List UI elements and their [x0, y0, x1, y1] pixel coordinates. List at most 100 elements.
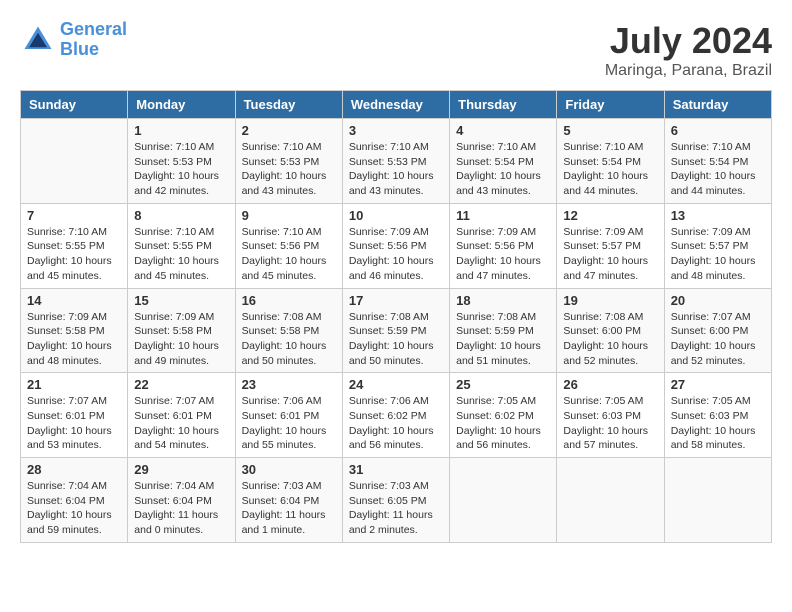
day-info: Sunrise: 7:03 AM Sunset: 6:04 PM Dayligh… [242, 479, 336, 538]
day-info: Sunrise: 7:10 AM Sunset: 5:53 PM Dayligh… [134, 140, 228, 199]
column-header-wednesday: Wednesday [342, 91, 449, 119]
day-number: 27 [671, 377, 765, 392]
day-info: Sunrise: 7:06 AM Sunset: 6:01 PM Dayligh… [242, 394, 336, 453]
day-number: 6 [671, 123, 765, 138]
day-number: 23 [242, 377, 336, 392]
day-number: 17 [349, 293, 443, 308]
day-number: 26 [563, 377, 657, 392]
day-info: Sunrise: 7:07 AM Sunset: 6:00 PM Dayligh… [671, 310, 765, 369]
day-number: 10 [349, 208, 443, 223]
column-header-friday: Friday [557, 91, 664, 119]
day-info: Sunrise: 7:10 AM Sunset: 5:54 PM Dayligh… [456, 140, 550, 199]
day-info: Sunrise: 7:04 AM Sunset: 6:04 PM Dayligh… [27, 479, 121, 538]
day-cell: 25 Sunrise: 7:05 AM Sunset: 6:02 PM Dayli… [450, 373, 557, 458]
day-cell: 6 Sunrise: 7:10 AM Sunset: 5:54 PM Daylig… [664, 119, 771, 204]
day-info: Sunrise: 7:05 AM Sunset: 6:02 PM Dayligh… [456, 394, 550, 453]
day-cell: 4 Sunrise: 7:10 AM Sunset: 5:54 PM Daylig… [450, 119, 557, 204]
day-cell: 19Sunrise: 7:08 AM Sunset: 6:00 PM Dayli… [557, 288, 664, 373]
calendar-table: SundayMondayTuesdayWednesdayThursdayFrid… [20, 90, 772, 543]
day-number: 28 [27, 462, 121, 477]
day-number: 16 [242, 293, 336, 308]
day-number: 9 [242, 208, 336, 223]
week-row-1: 1 Sunrise: 7:10 AM Sunset: 5:53 PM Daylig… [21, 119, 772, 204]
column-header-sunday: Sunday [21, 91, 128, 119]
day-cell: 31 Sunrise: 7:03 AM Sunset: 6:05 PM Dayli… [342, 458, 449, 543]
day-cell: 24Sunrise: 7:06 AM Sunset: 6:02 PM Dayli… [342, 373, 449, 458]
day-number: 8 [134, 208, 228, 223]
day-info: Sunrise: 7:05 AM Sunset: 6:03 PM Dayligh… [671, 394, 765, 453]
day-cell [557, 458, 664, 543]
day-cell: 8 Sunrise: 7:10 AM Sunset: 5:55 PM Daylig… [128, 203, 235, 288]
day-cell: 26Sunrise: 7:05 AM Sunset: 6:03 PM Dayli… [557, 373, 664, 458]
day-info: Sunrise: 7:03 AM Sunset: 6:05 PM Dayligh… [349, 479, 443, 538]
day-number: 31 [349, 462, 443, 477]
day-number: 14 [27, 293, 121, 308]
location: Maringa, Parana, Brazil [605, 62, 772, 80]
day-info: Sunrise: 7:08 AM Sunset: 5:59 PM Dayligh… [349, 310, 443, 369]
day-info: Sunrise: 7:07 AM Sunset: 6:01 PM Dayligh… [27, 394, 121, 453]
day-cell: 3 Sunrise: 7:10 AM Sunset: 5:53 PM Daylig… [342, 119, 449, 204]
day-cell: 23 Sunrise: 7:06 AM Sunset: 6:01 PM Dayli… [235, 373, 342, 458]
day-number: 29 [134, 462, 228, 477]
day-number: 25 [456, 377, 550, 392]
day-info: Sunrise: 7:09 AM Sunset: 5:58 PM Dayligh… [27, 310, 121, 369]
day-number: 30 [242, 462, 336, 477]
day-number: 5 [563, 123, 657, 138]
day-cell: 18Sunrise: 7:08 AM Sunset: 5:59 PM Dayli… [450, 288, 557, 373]
column-header-thursday: Thursday [450, 91, 557, 119]
day-info: Sunrise: 7:10 AM Sunset: 5:56 PM Dayligh… [242, 225, 336, 284]
day-cell: 14 Sunrise: 7:09 AM Sunset: 5:58 PM Dayli… [21, 288, 128, 373]
week-row-2: 7 Sunrise: 7:10 AM Sunset: 5:55 PM Daylig… [21, 203, 772, 288]
day-info: Sunrise: 7:10 AM Sunset: 5:55 PM Dayligh… [27, 225, 121, 284]
week-row-3: 14 Sunrise: 7:09 AM Sunset: 5:58 PM Dayli… [21, 288, 772, 373]
day-info: Sunrise: 7:10 AM Sunset: 5:55 PM Dayligh… [134, 225, 228, 284]
day-cell: 17 Sunrise: 7:08 AM Sunset: 5:59 PM Dayli… [342, 288, 449, 373]
day-cell: 11 Sunrise: 7:09 AM Sunset: 5:56 PM Dayli… [450, 203, 557, 288]
day-cell: 27 Sunrise: 7:05 AM Sunset: 6:03 PM Dayli… [664, 373, 771, 458]
day-info: Sunrise: 7:09 AM Sunset: 5:57 PM Dayligh… [671, 225, 765, 284]
day-info: Sunrise: 7:06 AM Sunset: 6:02 PM Dayligh… [349, 394, 443, 453]
day-info: Sunrise: 7:08 AM Sunset: 6:00 PM Dayligh… [563, 310, 657, 369]
day-cell: 21 Sunrise: 7:07 AM Sunset: 6:01 PM Dayli… [21, 373, 128, 458]
day-info: Sunrise: 7:09 AM Sunset: 5:56 PM Dayligh… [456, 225, 550, 284]
day-cell: 30 Sunrise: 7:03 AM Sunset: 6:04 PM Dayli… [235, 458, 342, 543]
day-info: Sunrise: 7:10 AM Sunset: 5:53 PM Dayligh… [242, 140, 336, 199]
day-info: Sunrise: 7:10 AM Sunset: 5:54 PM Dayligh… [563, 140, 657, 199]
day-number: 3 [349, 123, 443, 138]
day-cell: 5 Sunrise: 7:10 AM Sunset: 5:54 PM Daylig… [557, 119, 664, 204]
day-cell: 15Sunrise: 7:09 AM Sunset: 5:58 PM Dayli… [128, 288, 235, 373]
day-number: 21 [27, 377, 121, 392]
day-cell: 16Sunrise: 7:08 AM Sunset: 5:58 PM Dayli… [235, 288, 342, 373]
column-header-saturday: Saturday [664, 91, 771, 119]
day-info: Sunrise: 7:09 AM Sunset: 5:56 PM Dayligh… [349, 225, 443, 284]
day-info: Sunrise: 7:07 AM Sunset: 6:01 PM Dayligh… [134, 394, 228, 453]
day-number: 13 [671, 208, 765, 223]
logo-text: General Blue [60, 20, 127, 60]
day-info: Sunrise: 7:10 AM Sunset: 5:54 PM Dayligh… [671, 140, 765, 199]
day-cell: 2 Sunrise: 7:10 AM Sunset: 5:53 PM Daylig… [235, 119, 342, 204]
column-header-tuesday: Tuesday [235, 91, 342, 119]
day-cell: 13 Sunrise: 7:09 AM Sunset: 5:57 PM Dayli… [664, 203, 771, 288]
day-number: 7 [27, 208, 121, 223]
logo-blue: Blue [60, 39, 99, 59]
day-cell: 22Sunrise: 7:07 AM Sunset: 6:01 PM Dayli… [128, 373, 235, 458]
day-cell: 29Sunrise: 7:04 AM Sunset: 6:04 PM Dayli… [128, 458, 235, 543]
day-number: 2 [242, 123, 336, 138]
day-cell: 20Sunrise: 7:07 AM Sunset: 6:00 PM Dayli… [664, 288, 771, 373]
day-number: 11 [456, 208, 550, 223]
page-header: General Blue July 2024 Maringa, Parana, … [20, 20, 772, 80]
day-cell: 7 Sunrise: 7:10 AM Sunset: 5:55 PM Daylig… [21, 203, 128, 288]
title-block: July 2024 Maringa, Parana, Brazil [605, 20, 772, 80]
day-cell: 1 Sunrise: 7:10 AM Sunset: 5:53 PM Daylig… [128, 119, 235, 204]
day-cell: 9 Sunrise: 7:10 AM Sunset: 5:56 PM Daylig… [235, 203, 342, 288]
logo-general: General [60, 19, 127, 39]
day-number: 4 [456, 123, 550, 138]
column-header-monday: Monday [128, 91, 235, 119]
day-number: 18 [456, 293, 550, 308]
logo-icon [20, 22, 56, 58]
day-cell [450, 458, 557, 543]
day-number: 15 [134, 293, 228, 308]
day-cell: 28 Sunrise: 7:04 AM Sunset: 6:04 PM Dayli… [21, 458, 128, 543]
day-info: Sunrise: 7:10 AM Sunset: 5:53 PM Dayligh… [349, 140, 443, 199]
day-number: 1 [134, 123, 228, 138]
